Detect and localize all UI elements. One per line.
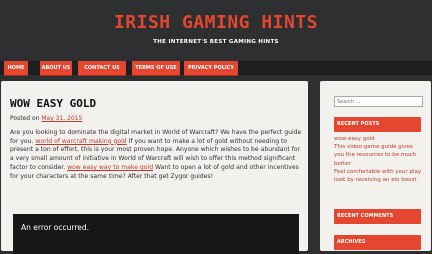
- sidebar: RECENT POSTS wow easy gold This video ga…: [320, 81, 431, 251]
- recent-post-link[interactable]: Feel comfortable with your play look by …: [334, 169, 421, 183]
- nav-terms-of-use[interactable]: TERMS OF USE: [132, 61, 180, 75]
- recent-post-link[interactable]: wow easy gold: [334, 136, 375, 142]
- wow-easy-way-link[interactable]: wow easy way to make gold: [67, 164, 153, 171]
- recent-posts-title: RECENT POSTS: [334, 117, 421, 132]
- site-title[interactable]: IRISH GAMING HINTS: [0, 12, 432, 33]
- nav-privacy-policy[interactable]: PRIVACY POLICY: [184, 61, 238, 75]
- search-input[interactable]: [334, 96, 423, 107]
- site-header: IRISH GAMING HINTS THE INTERNET'S BEST G…: [0, 0, 432, 58]
- list-item: Feel comfortable with your play look by …: [334, 168, 424, 184]
- list-item: wow easy gold: [334, 135, 424, 143]
- nav-home[interactable]: HOME: [4, 61, 28, 75]
- recent-posts-list: wow easy gold This video game guide give…: [334, 135, 424, 184]
- nav-about-us[interactable]: ABOUT US: [40, 61, 72, 75]
- recent-post-link[interactable]: This video game guide gives you the reso…: [334, 144, 416, 166]
- post-article: WOW EASY GOLD Posted on May 31, 2015 Are…: [1, 81, 308, 254]
- post-date-link[interactable]: May 31, 2015: [41, 115, 82, 122]
- post-meta: Posted on May 31, 2015: [10, 115, 82, 122]
- posted-on-label: Posted on: [10, 115, 40, 122]
- wow-making-gold-link[interactable]: world of warcraft making gold: [35, 138, 126, 145]
- nav-contact-us[interactable]: CONTACT US: [78, 61, 126, 75]
- recent-comments-title: RECENT COMMENTS: [334, 209, 421, 224]
- post-body: Are you looking to dominate the digital …: [10, 129, 302, 181]
- post-title[interactable]: WOW EASY GOLD: [10, 97, 96, 110]
- site-tagline: THE INTERNET'S BEST GAMING HINTS: [153, 39, 279, 45]
- video-error-text: An error occurred.: [21, 223, 90, 232]
- list-item: This video game guide gives you the reso…: [334, 143, 424, 168]
- main-nav: HOME ABOUT US CONTACT US TERMS OF USE PR…: [0, 61, 432, 75]
- video-embed[interactable]: An error occurred.: [13, 214, 299, 254]
